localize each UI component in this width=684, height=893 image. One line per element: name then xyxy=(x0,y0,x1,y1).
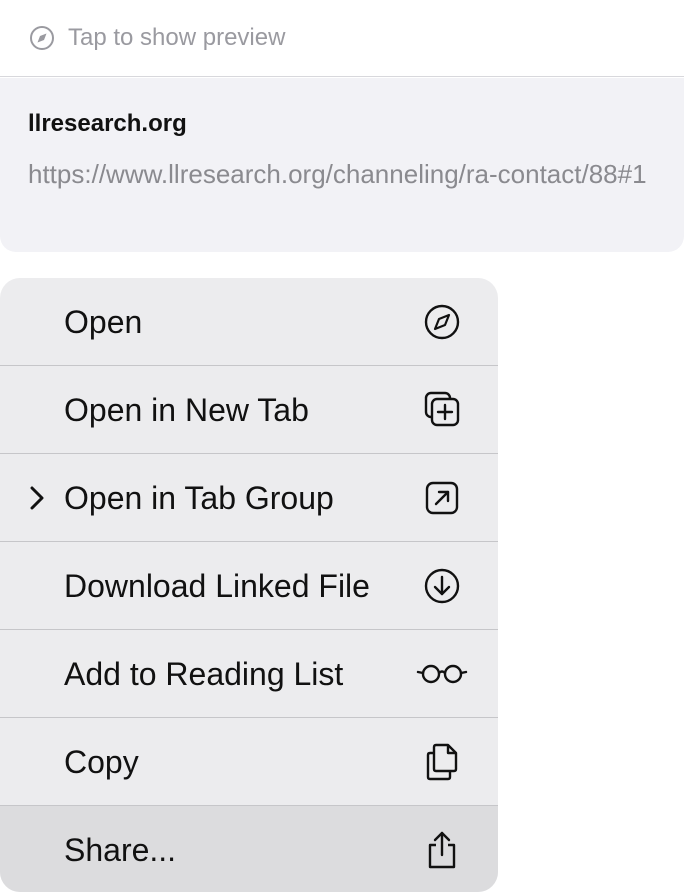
menu-item-copy[interactable]: Copy xyxy=(0,718,498,806)
plus-square-on-square-icon xyxy=(424,391,460,427)
menu-item-download-linked-file[interactable]: Download Linked File xyxy=(0,542,498,630)
link-domain: llresearch.org xyxy=(28,110,187,137)
show-preview-row[interactable]: Tap to show preview xyxy=(0,0,684,77)
compass-icon xyxy=(424,304,460,340)
show-preview-label: Tap to show preview xyxy=(68,24,286,51)
menu-item-add-to-reading-list[interactable]: Add to Reading List xyxy=(0,630,498,718)
compass-icon xyxy=(30,26,54,50)
link-url: https://www.llresearch.org/channeling/ra… xyxy=(28,159,647,189)
menu-item-open[interactable]: Open xyxy=(0,278,498,366)
menu-item-label: Open in New Tab xyxy=(64,392,309,428)
menu-item-label: Open in Tab Group xyxy=(64,480,334,516)
doc-on-doc-icon xyxy=(426,743,458,781)
menu-item-label: Copy xyxy=(64,744,139,780)
menu-item-open-in-new-tab[interactable]: Open in New Tab xyxy=(0,366,498,454)
menu-item-label: Share... xyxy=(64,832,177,868)
eyeglasses-icon xyxy=(416,664,468,684)
menu-item-label: Open xyxy=(64,304,143,340)
menu-item-share[interactable]: Share... xyxy=(0,806,498,892)
menu-item-open-in-tab-group[interactable]: Open in Tab Group xyxy=(0,454,498,542)
chevron-right-icon xyxy=(30,486,44,510)
share-icon xyxy=(428,831,456,869)
menu-item-label: Download Linked File xyxy=(64,568,370,604)
link-context-menu-screen: Tap to show preview llresearch.org https… xyxy=(0,0,684,893)
arrow-down-circle-icon xyxy=(424,568,460,604)
arrow-up-right-square-icon xyxy=(425,481,459,515)
menu-item-label: Add to Reading List xyxy=(64,656,344,692)
context-menu: Open Open in New Tab Open in Tab Group D… xyxy=(0,278,498,892)
link-info-card: llresearch.org https://www.llresearch.or… xyxy=(0,78,684,252)
